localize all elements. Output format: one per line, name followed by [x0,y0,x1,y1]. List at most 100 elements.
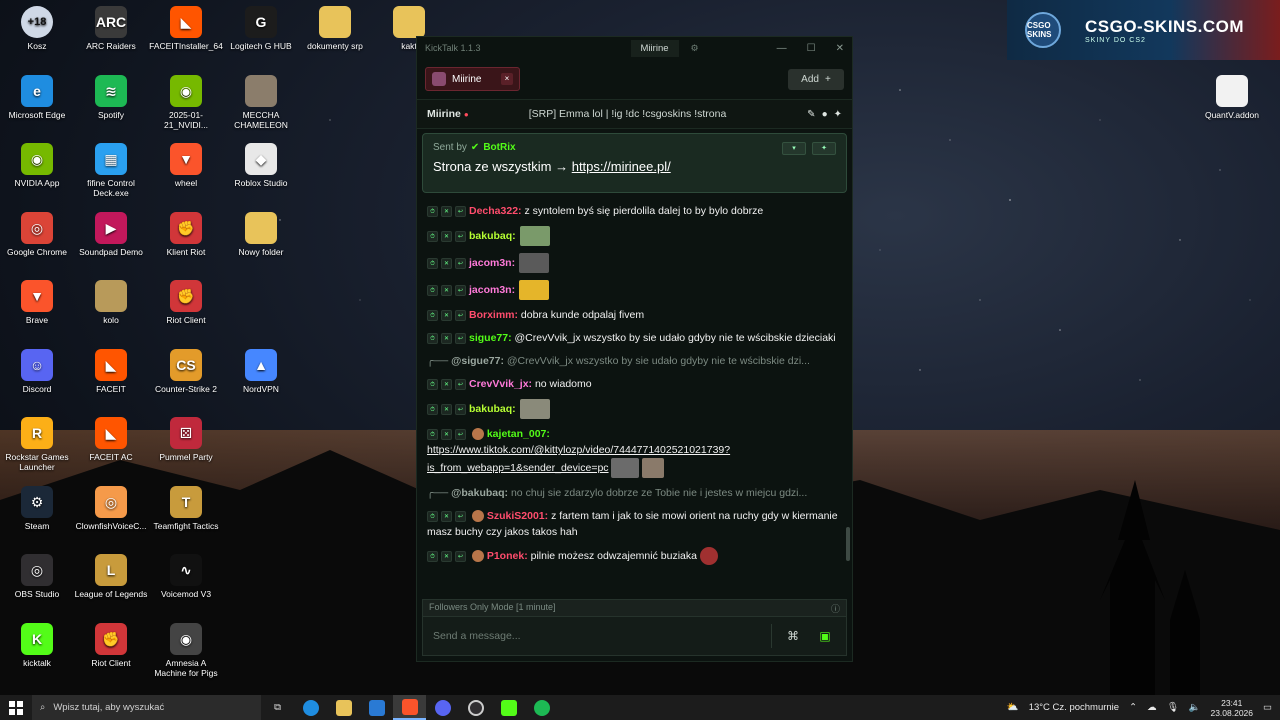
kick-emote-icon[interactable]: ⌘ [782,625,804,647]
timeout-icon[interactable]: ⏱ [427,403,438,415]
chat-username[interactable]: kajetan_007: [487,428,550,440]
chat-username[interactable]: bakubaq: [469,230,516,242]
taskbar-search[interactable]: ⌕ Wpisz tutaj, aby wyszukać [32,695,261,720]
desktop-shortcut[interactable]: ◣ FACEITInstaller_64 [149,6,223,51]
notification-icon[interactable]: ▭ [1263,702,1272,713]
timeout-icon[interactable]: ⏱ [427,428,438,440]
pinned-link[interactable]: https://mirinee.pl/ [572,159,671,174]
desktop-shortcut[interactable]: ✊ Riot Client [74,622,148,668]
ban-icon[interactable]: ✕ [441,257,452,269]
desktop-shortcut[interactable]: T Teamfight Tactics [149,485,223,531]
desktop-shortcut[interactable]: ∿ Voicemod V3 [149,554,223,599]
desktop-shortcut[interactable]: ⚄ Pummel Party [149,417,223,462]
desktop-shortcut[interactable]: CS Counter-Strike 2 [149,348,223,394]
message-input[interactable]: Send a message... ⌘ ▣ [422,616,847,656]
desktop-shortcut[interactable]: MECCHA CHAMELEON [224,74,298,130]
desktop-shortcut[interactable]: QuantV.addon [1195,75,1269,120]
ban-icon[interactable]: ✕ [441,332,452,344]
brave-taskbar-icon[interactable] [393,695,426,720]
tab-miirine[interactable]: Miirine × [425,67,520,91]
seventv-emote-icon[interactable]: ▣ [814,625,836,647]
reply-icon[interactable]: ↩ [455,378,466,390]
info-icon[interactable]: ⓘ [831,602,840,614]
desktop-shortcut[interactable]: ▶ Soundpad Demo [74,211,148,257]
ban-icon[interactable]: ✕ [441,428,452,440]
timeout-icon[interactable]: ⏱ [427,205,438,217]
desktop-shortcut[interactable]: ▼ wheel [149,143,223,188]
desktop-shortcut[interactable]: ≋ Spotify [74,74,148,120]
chat-username[interactable]: CrevVvik_jx: [469,378,532,390]
titlebar[interactable]: KickTalk 1.1.3 Miirine ⚙ — ☐ ✕ [417,37,852,59]
edge-taskbar-icon[interactable] [294,695,327,720]
timeout-icon[interactable]: ⏱ [427,257,438,269]
chat-username[interactable]: sigue77: [469,332,512,344]
chat-link[interactable]: https://www.tiktok.com/@kittylozp/video/… [427,444,730,456]
ban-icon[interactable]: ✕ [441,403,452,415]
desktop-shortcut[interactable]: Nowy folder [224,211,298,257]
timeout-icon[interactable]: ⏱ [427,550,438,562]
minimize-icon[interactable]: — [777,43,787,54]
desktop-shortcut[interactable]: e Microsoft Edge [0,74,74,120]
chat-username[interactable]: Borximm: [469,309,518,321]
chat-link[interactable]: is_from_webapp=1&sender_device=pc [427,462,609,474]
reply-icon[interactable]: ↩ [455,428,466,440]
desktop-shortcut[interactable]: dokumenty srp [298,6,372,51]
desktop-shortcut[interactable]: ◉ NVIDIA App [0,143,74,188]
timeout-icon[interactable]: ⏱ [427,332,438,344]
mail-taskbar-icon[interactable] [360,695,393,720]
network-icon[interactable]: ☁ [1147,702,1157,713]
volume-icon[interactable]: 🔈 [1189,702,1201,713]
ban-icon[interactable]: ✕ [441,230,452,242]
desktop-shortcut[interactable]: L League of Legends [74,554,148,599]
unpin-icon[interactable]: ✦ [812,142,836,155]
reply-icon[interactable]: ↩ [455,309,466,321]
desktop-shortcut[interactable]: ◣ FACEIT [74,348,148,394]
desktop-shortcut[interactable]: ▲ NordVPN [224,348,298,394]
desktop-shortcut[interactable]: ✊ Riot Client [149,280,223,325]
reply-icon[interactable]: ↩ [455,205,466,217]
expand-chevron-icon[interactable]: ▾ [782,142,806,155]
reply-icon[interactable]: ↩ [455,284,466,296]
promo-banner[interactable]: CSGO SKINS CSGO-SKINS.COM SKINY DO CS2 [1007,0,1280,60]
desktop-shortcut[interactable]: G Logitech G HUB [224,6,298,51]
spotify-taskbar-icon[interactable] [525,695,558,720]
clock[interactable]: 23:41 23.08.2026 [1210,698,1253,718]
reply-icon[interactable]: ↩ [455,510,466,522]
explorer-taskbar-icon[interactable] [327,695,360,720]
desktop-shortcut[interactable]: +18 Kosz [0,6,74,51]
user-icon[interactable]: ● [822,109,828,120]
obs-taskbar-icon[interactable] [459,695,492,720]
desktop-shortcut[interactable]: ◎ Google Chrome [0,211,74,257]
timeout-icon[interactable]: ⏱ [427,284,438,296]
desktop-shortcut[interactable]: ◎ OBS Studio [0,554,74,599]
tab-close-icon[interactable]: × [501,73,513,85]
ban-icon[interactable]: ✕ [441,550,452,562]
microphone-icon[interactable]: 🎙 [1167,702,1179,713]
desktop-shortcut[interactable]: ☺ Discord [0,348,74,394]
timeout-icon[interactable]: ⏱ [427,230,438,242]
chat-username[interactable]: bakubaq: [469,403,516,415]
kicktalk-taskbar-icon[interactable] [492,695,525,720]
add-channel-button[interactable]: Add + [788,68,844,90]
timeout-icon[interactable]: ⏱ [427,510,438,522]
settings-gear-icon[interactable]: ⚙ [691,43,699,54]
ban-icon[interactable]: ✕ [441,510,452,522]
weather-text[interactable]: 13°C Cz. pochmurnie [1029,702,1119,713]
desktop-shortcut[interactable]: ARC ARC Raiders [74,6,148,51]
desktop-shortcut[interactable]: ▦ fifine Control Deck.exe [74,143,148,198]
timeout-icon[interactable]: ⏱ [427,309,438,321]
start-button[interactable] [0,695,32,720]
chat-scrollbar[interactable] [846,527,850,561]
pin-icon[interactable]: ✎ [807,109,815,120]
task-view-icon[interactable]: ⧉ [261,695,294,720]
pushpin-icon[interactable]: ✦ [834,109,842,120]
reply-icon[interactable]: ↩ [455,257,466,269]
ban-icon[interactable]: ✕ [441,309,452,321]
desktop-shortcut[interactable]: ◣ FACEIT AC [74,417,148,462]
reply-icon[interactable]: ↩ [455,230,466,242]
desktop-shortcut[interactable]: ◆ Roblox Studio [224,143,298,188]
reply-icon[interactable]: ↩ [455,403,466,415]
ban-icon[interactable]: ✕ [441,378,452,390]
discord-taskbar-icon[interactable] [426,695,459,720]
reply-icon[interactable]: ↩ [455,550,466,562]
